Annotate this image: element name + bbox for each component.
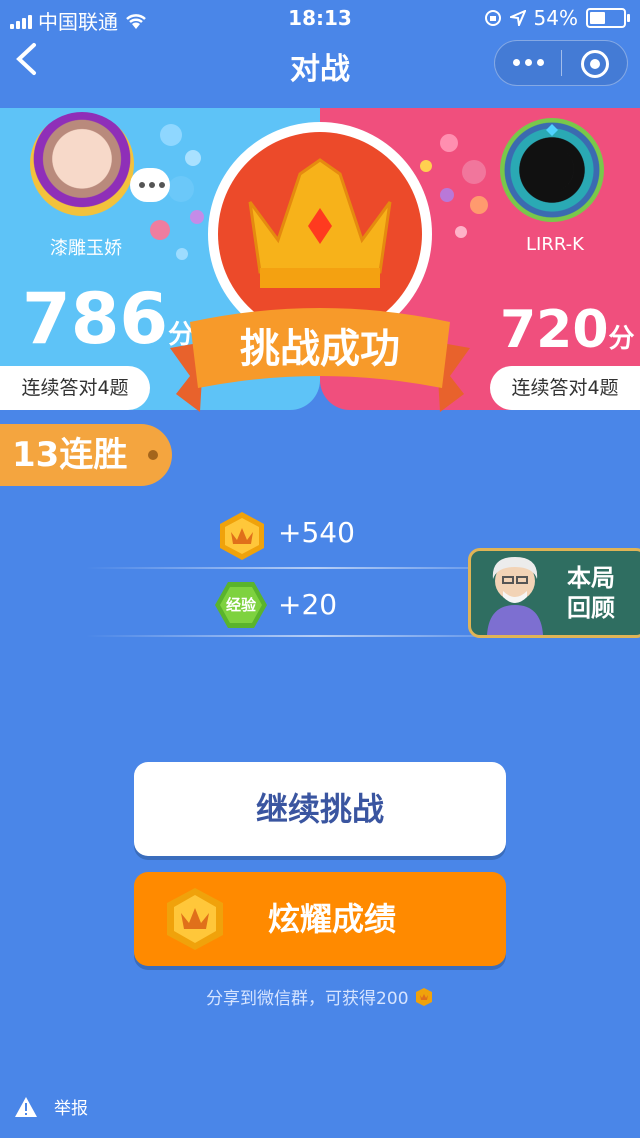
right-score-unit: 分 <box>608 324 635 354</box>
win-streak-text: 13连胜 <box>12 435 128 475</box>
professor-icon <box>487 557 543 635</box>
exp-icon: 经验 <box>214 580 268 630</box>
coin-icon <box>167 888 223 950</box>
right-score-value: 720 <box>500 300 609 360</box>
round-review-button[interactable]: 本局 回顾 <box>468 548 640 638</box>
right-player-name: LIRR-K <box>526 234 584 255</box>
moon-icon <box>542 124 574 192</box>
right-player-score: 720分 <box>500 300 635 360</box>
left-player-score: 786分 <box>22 278 194 360</box>
coin-icon <box>415 988 432 1006</box>
left-player-avatar[interactable] <box>30 112 134 216</box>
win-streak-tag: 13连胜 <box>0 424 172 486</box>
chat-bubble-icon[interactable] <box>130 168 170 202</box>
share-hint: 分享到微信群，可获得200 <box>0 984 640 1009</box>
share-hint-text: 分享到微信群，可获得200 <box>206 989 409 1009</box>
review-label-line2: 回顾 <box>567 594 615 622</box>
right-answer-streak: 连续答对4题 <box>490 366 640 410</box>
review-label-line1: 本局 <box>567 564 615 592</box>
exp-reward: +20 <box>278 588 338 621</box>
warning-icon <box>15 1096 37 1117</box>
report-link[interactable]: 举报 <box>14 1094 88 1119</box>
share-score-button[interactable]: 炫耀成绩 <box>134 872 506 966</box>
continue-challenge-button[interactable]: 继续挑战 <box>134 762 506 856</box>
left-player-name: 漆雕玉娇 <box>50 238 122 259</box>
result-banner-text: 挑战成功 <box>240 326 400 372</box>
left-score-value: 786 <box>22 278 169 360</box>
left-answer-streak: 连续答对4题 <box>0 366 150 410</box>
exp-badge-text: 经验 <box>225 596 256 614</box>
share-button-label: 炫耀成绩 <box>268 900 397 938</box>
right-player-avatar[interactable] <box>500 118 604 222</box>
coin-icon <box>220 512 264 560</box>
coins-reward: +540 <box>278 516 355 549</box>
report-label: 举报 <box>54 1099 88 1119</box>
